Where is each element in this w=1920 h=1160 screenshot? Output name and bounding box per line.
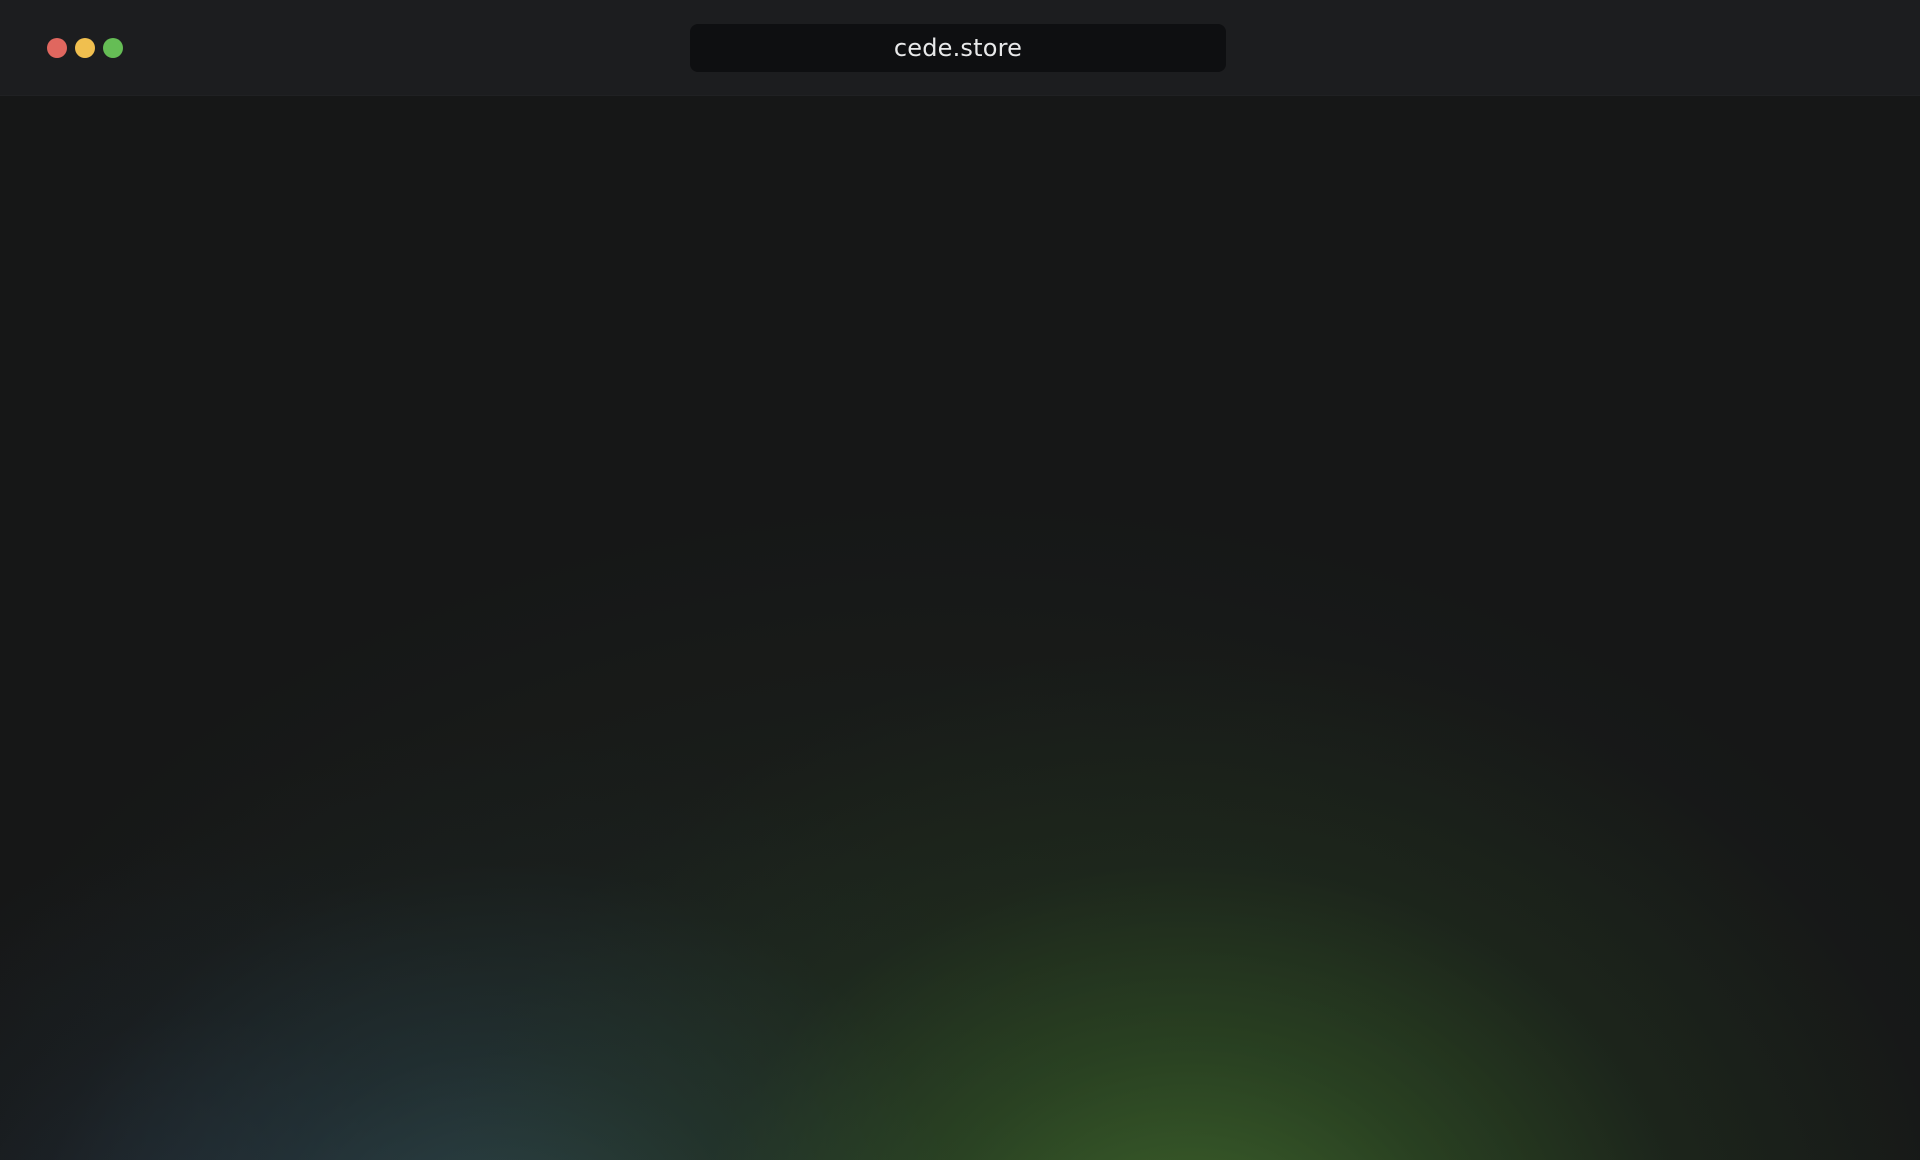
page-content: [0, 96, 1920, 1160]
title-bar: cede.store: [0, 0, 1920, 96]
url-text: cede.store: [893, 34, 1023, 62]
maximize-window-button[interactable]: [103, 38, 123, 58]
minimize-window-button[interactable]: [75, 38, 95, 58]
browser-window: cede.store: [0, 0, 1920, 1160]
address-bar[interactable]: cede.store: [690, 24, 1226, 72]
close-window-button[interactable]: [47, 38, 67, 58]
